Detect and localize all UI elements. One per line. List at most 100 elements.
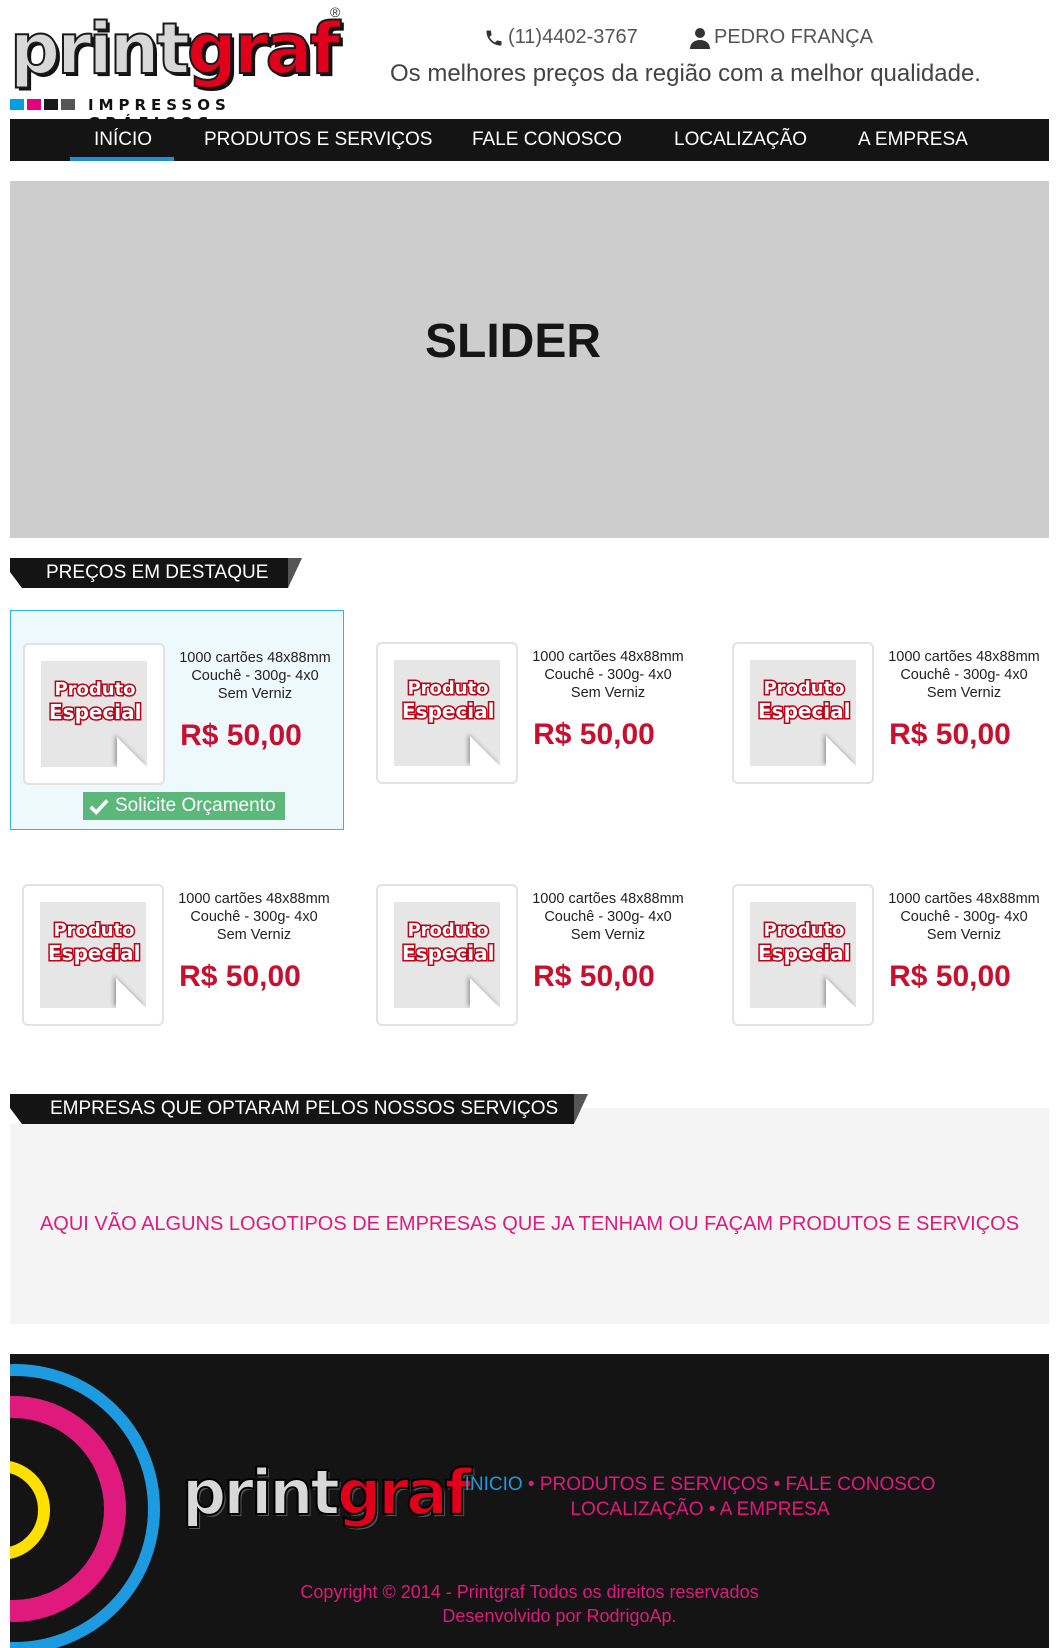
phone-number: (11)4402-3767 [508, 26, 638, 48]
product-desc-line: Couchê - 300g- 4x0 [900, 667, 1028, 683]
slider-placeholder-label: SLIDER [425, 315, 602, 368]
user-icon [690, 27, 710, 49]
footer-link-localizacao[interactable]: LOCALIZAÇÃO [570, 1499, 703, 1520]
nav-inicio[interactable]: INÍCIO [69, 119, 175, 161]
footer-logo[interactable]: printgraf [181, 1455, 473, 1530]
produto-especial-badge: Produto Especial [401, 919, 497, 966]
footer-separator: • [708, 1499, 716, 1520]
badge-line2: Especial [48, 700, 144, 725]
produto-especial-image: Produto Especial [750, 902, 856, 1008]
featured-title-text: PREÇOS EM DESTAQUE [46, 562, 269, 583]
section-title-companies: EMPRESAS QUE OPTARAM PELOS NOSSOS SERVIÇ… [10, 1094, 588, 1124]
product-card[interactable]: Produto Especial 1000 cartões 48x88mm Couch… [720, 852, 1054, 1072]
badge-line1: Produto [53, 678, 137, 702]
product-price: R$ 50,00 [889, 718, 1011, 751]
product-description: 1000 cartões 48x88mm Couchê - 300g- 4x0 Se… [171, 649, 339, 703]
product-card[interactable]: Produto Especial 1000 cartões 48x88mm Couch… [364, 852, 698, 1072]
badge-line2: Especial [47, 941, 143, 966]
product-desc-line: Couchê - 300g- 4x0 [190, 909, 318, 925]
produto-especial-badge: Produto Especial [47, 919, 143, 966]
logo-text-graf: graf [186, 7, 341, 91]
phone-icon [486, 30, 502, 45]
user-name: PEDRO FRANÇA [714, 26, 873, 48]
request-quote-button[interactable]: Solicite Orçamento [83, 792, 285, 820]
nav-produtos-servicos[interactable]: PRODUTOS E SERVIÇOS [204, 119, 432, 161]
product-desc-line: 1000 cartões 48x88mm [179, 650, 331, 666]
nav-a-empresa[interactable]: A EMPRESA [858, 119, 968, 161]
product-description: 1000 cartões 48x88mm Couchê - 300g- 4x0 Se… [170, 890, 338, 944]
badge-line2: Especial [401, 941, 497, 966]
product-description: 1000 cartões 48x88mm Couchê - 300g- 4x0 Se… [880, 648, 1048, 702]
product-desc-line: Couchê - 300g- 4x0 [544, 909, 672, 925]
page-curl-decor [470, 736, 500, 766]
product-thumbnail[interactable]: Produto Especial [732, 642, 874, 784]
registered-mark: ® [330, 4, 341, 20]
product-price: R$ 50,00 [533, 718, 655, 751]
product-card[interactable]: Produto Especial 1000 cartões 48x88mm Couch… [364, 610, 698, 830]
product-thumbnail[interactable]: Produto Especial [376, 642, 518, 784]
product-thumbnail[interactable]: Produto Especial [732, 884, 874, 1026]
product-desc-line: Couchê - 300g- 4x0 [191, 668, 319, 684]
product-description: 1000 cartões 48x88mm Couchê - 300g- 4x0 Se… [524, 648, 692, 702]
product-desc-line: Sem Verniz [926, 685, 1002, 701]
hero-slider[interactable]: SLIDER [10, 181, 1049, 538]
product-desc-line: Couchê - 300g- 4x0 [900, 909, 1028, 925]
product-thumbnail[interactable]: Produto Especial [376, 884, 518, 1026]
logo-text-print: print [9, 7, 191, 91]
nav-fale-conosco[interactable]: FALE CONOSCO [472, 119, 622, 161]
section-title-featured: PREÇOS EM DESTAQUE [10, 558, 302, 588]
product-description: 1000 cartões 48x88mm Couchê - 300g- 4x0 Se… [880, 890, 1048, 944]
produto-especial-image: Produto Especial [394, 902, 500, 1008]
product-desc-line: Sem Verniz [926, 927, 1002, 943]
product-card[interactable]: Produto Especial 1000 cartões 48x88mm Couch… [10, 852, 344, 1072]
footer-link-inicio[interactable]: INICIO [465, 1474, 523, 1495]
product-desc-line: 1000 cartões 48x88mm [888, 891, 1040, 907]
page-curl-decor [116, 978, 146, 1008]
product-desc-line: Sem Verniz [217, 686, 293, 702]
header-tagline: Os melhores preços da região com a melho… [390, 60, 981, 87]
produto-especial-badge: Produto Especial [48, 678, 144, 725]
page-curl-decor [117, 737, 147, 767]
product-card[interactable]: Produto Especial 1000 cartões 48x88mm Couch… [10, 610, 344, 830]
product-card[interactable]: Produto Especial 1000 cartões 48x88mm Couch… [720, 610, 1054, 830]
site-footer: printgraf INICIO • PRODUTOS E SERVIÇOS •… [10, 1354, 1049, 1648]
badge-line1: Produto [52, 919, 136, 943]
product-thumbnail[interactable]: Produto Especial [23, 643, 165, 785]
footer-separator: • [773, 1474, 781, 1495]
footer-copyright: Copyright © 2014 - Printgraf Todos os di… [10, 1580, 1049, 1628]
product-price: R$ 50,00 [889, 960, 1011, 993]
main-navigation: INÍCIO PRODUTOS E SERVIÇOS FALE CONOSCO … [10, 119, 1049, 161]
check-icon [89, 799, 109, 816]
page-curl-decor [470, 978, 500, 1008]
produto-especial-image: Produto Especial [394, 660, 500, 766]
developer-credit: Desenvolvido por RodrigoAp. [442, 1606, 677, 1626]
produto-especial-badge: Produto Especial [757, 677, 853, 724]
badge-line2: Especial [757, 941, 853, 966]
user-account[interactable]: PEDRO FRANÇA [690, 26, 873, 49]
produto-especial-image: Produto Especial [750, 660, 856, 766]
product-desc-line: 1000 cartões 48x88mm [532, 891, 684, 907]
badge-line1: Produto [762, 919, 846, 943]
badge-line2: Especial [401, 699, 497, 724]
footer-link-produtos-servicos[interactable]: PRODUTOS E SERVIÇOS [540, 1474, 768, 1495]
product-price: R$ 50,00 [180, 719, 302, 752]
phone-contact[interactable]: (11)4402-3767 [484, 26, 638, 49]
nav-localizacao[interactable]: LOCALIZAÇÃO [674, 119, 807, 161]
companies-section: AQUI VÃO ALGUNS LOGOTIPOS DE EMPRESAS QU… [10, 1108, 1049, 1324]
footer-separator: • [527, 1474, 535, 1495]
product-desc-line: Sem Verniz [570, 685, 646, 701]
product-desc-line: Couchê - 300g- 4x0 [544, 667, 672, 683]
produto-especial-image: Produto Especial [40, 902, 146, 1008]
product-desc-line: Sem Verniz [570, 927, 646, 943]
product-desc-line: 1000 cartões 48x88mm [888, 649, 1040, 665]
footer-link-fale-conosco[interactable]: FALE CONOSCO [786, 1474, 936, 1495]
footer-logo-print: print [181, 1455, 341, 1530]
request-quote-label: Solicite Orçamento [115, 795, 276, 816]
product-thumbnail[interactable]: Produto Especial [22, 884, 164, 1026]
footer-link-a-empresa[interactable]: A EMPRESA [720, 1499, 830, 1520]
produto-especial-badge: Produto Especial [757, 919, 853, 966]
product-desc-line: 1000 cartões 48x88mm [178, 891, 330, 907]
printgraf-logo[interactable]: printgraf ® IMPRESSOS GRÁFICOS [9, 4, 346, 132]
page-curl-decor [826, 736, 856, 766]
companies-placeholder-text: AQUI VÃO ALGUNS LOGOTIPOS DE EMPRESAS QU… [39, 1213, 1020, 1235]
